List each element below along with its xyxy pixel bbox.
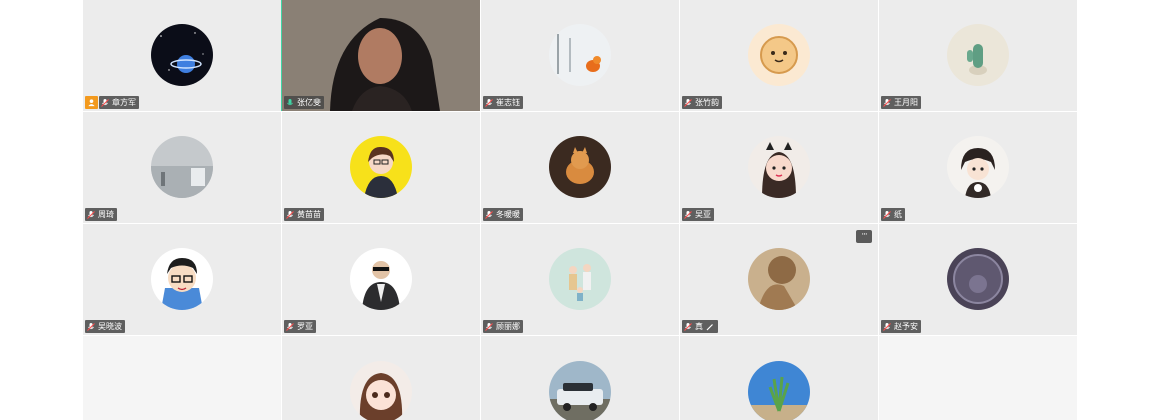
participant-name-tag: 王月阳 [881,96,921,109]
participant-name: 赵予安 [894,322,918,331]
participant-tile[interactable]: 真 ··· [679,224,878,335]
snow-bird-avatar [549,24,611,86]
sculpture-avatar [748,248,810,310]
participant-tile[interactable]: 张竹韵 [679,0,878,111]
participant-tile[interactable]: 吴亚 [679,112,878,223]
participant-name-tag: 张亿斐 [284,96,324,109]
participant-name-tag: 周琦 [85,208,117,221]
participant-name: 罗亚 [297,322,313,331]
participant-tile[interactable]: 冬暖暖 [480,112,679,223]
participant-tile[interactable]: 周琦 [82,112,281,223]
participant-name: 吴亚 [695,210,711,219]
participant-name: 章方军 [112,98,136,107]
participant-tile[interactable]: 张亿斐 [281,0,480,111]
empty-tile [82,336,281,420]
empty-tile [878,336,1077,420]
mic-muted-icon [683,322,693,332]
participant-name: 吴晓波 [98,322,122,331]
participant-tile[interactable]: 顾丽娜 [480,224,679,335]
mic-muted-icon [683,210,693,220]
participant-tile[interactable]: 吴晓波 [82,224,281,335]
participant-tile[interactable]: 罗亚 [281,224,480,335]
participant-tile[interactable]: 黄苗苗 [281,112,480,223]
cartoon-girl-yellow-avatar [350,136,412,198]
mic-muted-icon [484,98,494,108]
participant-name: 张竹韵 [695,98,719,107]
participant-name: 王月阳 [894,98,918,107]
participant-name: 周琦 [98,210,114,219]
participant-name: 崔志钰 [496,98,520,107]
participant-video [282,0,480,111]
planet-avatar [151,24,213,86]
participant-name-tag: 吴亚 [682,208,714,221]
mic-on-icon [285,98,295,108]
plant-sky-avatar [748,361,810,420]
participant-tile[interactable]: 崔志钰 [480,0,679,111]
participant-name-tag: 顾丽娜 [483,320,523,333]
participant-tile[interactable] [281,336,480,420]
mic-muted-icon [285,322,295,332]
participant-tile[interactable] [679,336,878,420]
mic-muted-icon [882,322,892,332]
cartoon-boy-glasses-avatar [151,248,213,310]
man-suit-avatar [350,248,412,310]
mic-muted-icon [484,210,494,220]
mic-muted-icon [484,322,494,332]
cat-avatar [549,136,611,198]
participant-name-tag: 崔志钰 [483,96,523,109]
participant-name: 张亿斐 [297,98,321,107]
cactus-avatar [947,24,1009,86]
participant-tile[interactable] [480,336,679,420]
participant-name-tag: 张竹韵 [682,96,722,109]
participant-name: 纸 [894,210,902,219]
mic-muted-icon [86,210,96,220]
participant-name-tag: 黄苗苗 [284,208,324,221]
participant-name: 冬暖暖 [496,210,520,219]
participant-name: 黄苗苗 [297,210,321,219]
participant-name: 顾丽娜 [496,322,520,331]
participant-name-tag: 赵予安 [881,320,921,333]
coin-avatar [947,248,1009,310]
participant-name-tag: 章方军 [99,96,139,109]
anime-girl-avatar [350,361,412,420]
mic-muted-icon [100,98,110,108]
participant-tile[interactable]: 章方军 [82,0,281,111]
misty-sky-avatar [151,136,213,198]
mic-muted-icon [683,98,693,108]
pen-icon [705,322,715,332]
participant-name: 真 [695,322,703,331]
participant-name-tag: 纸 [881,208,905,221]
participant-tile[interactable]: 赵予安 [878,224,1077,335]
mic-muted-icon [882,210,892,220]
more-options-button[interactable]: ··· [856,230,872,243]
participant-tile[interactable]: 纸 [878,112,1077,223]
chibi-boy-avatar [947,136,1009,198]
participant-name-tag: 真 [682,320,718,333]
mic-muted-icon [882,98,892,108]
host-icon [85,96,98,109]
mic-muted-icon [86,322,96,332]
participant-name-tag: 罗亚 [284,320,316,333]
meeting-gallery-view: 章方军 张亿斐 崔志钰 张竹韵 王月阳周琦 黄苗苗 冬暖暖 吴亚 纸吴晓波 罗亚 顾丽娜 真 ··· 赵予… [0,0,1160,420]
mic-muted-icon [285,210,295,220]
participant-grid: 章方军 张亿斐 崔志钰 张竹韵 王月阳周琦 黄苗苗 冬暖暖 吴亚 纸吴晓波 罗亚 顾丽娜 真 ··· 赵予… [82,0,1078,420]
family-illustration-avatar [549,248,611,310]
child-cat-ears-avatar [748,136,810,198]
participant-name-tag: 吴晓波 [85,320,125,333]
cookie-avatar [748,24,810,86]
participant-tile[interactable]: 王月阳 [878,0,1077,111]
car-avatar [549,361,611,420]
participant-name-tag: 冬暖暖 [483,208,523,221]
